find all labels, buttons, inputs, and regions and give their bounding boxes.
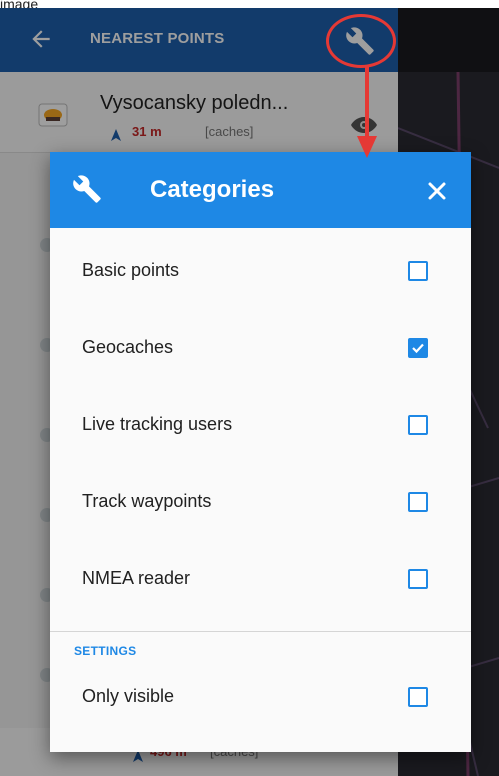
categories-dialog: Categories Basic points Geocaches Live t… <box>50 152 471 752</box>
highlight-circle <box>326 14 396 68</box>
app-screen: NEAREST POINTS Vysocansky poledn... 31 m… <box>0 8 499 776</box>
category-label: Geocaches <box>82 337 174 357</box>
category-row-basic-points[interactable]: Basic points <box>50 234 471 311</box>
checkbox[interactable] <box>408 569 428 589</box>
image-label: image <box>0 0 499 8</box>
divider <box>50 631 471 632</box>
setting-row-only-visible[interactable]: Only visible <box>50 660 471 737</box>
wrench-icon <box>73 175 101 203</box>
setting-label: Only visible <box>82 686 175 706</box>
dialog-title: Categories <box>150 176 275 203</box>
close-icon[interactable] <box>426 180 448 202</box>
category-row-nmea-reader[interactable]: NMEA reader <box>50 542 471 619</box>
settings-section-label: SETTINGS <box>74 644 137 658</box>
checkbox[interactable] <box>408 415 428 435</box>
checkbox[interactable] <box>408 261 428 281</box>
category-row-track-waypoints[interactable]: Track waypoints <box>50 465 471 542</box>
category-label: NMEA reader <box>82 568 191 588</box>
category-label: Basic points <box>82 260 180 280</box>
checkbox[interactable] <box>408 338 428 358</box>
checkmark-icon <box>412 343 424 354</box>
checkbox[interactable] <box>408 687 428 707</box>
category-row-live-tracking-users[interactable]: Live tracking users <box>50 388 471 465</box>
annotation-arrow-icon <box>357 66 377 158</box>
dialog-header: Categories <box>50 152 471 228</box>
checkbox[interactable] <box>408 492 428 512</box>
category-label: Live tracking users <box>82 414 233 434</box>
category-row-geocaches[interactable]: Geocaches <box>50 311 471 388</box>
category-label: Track waypoints <box>82 491 212 511</box>
